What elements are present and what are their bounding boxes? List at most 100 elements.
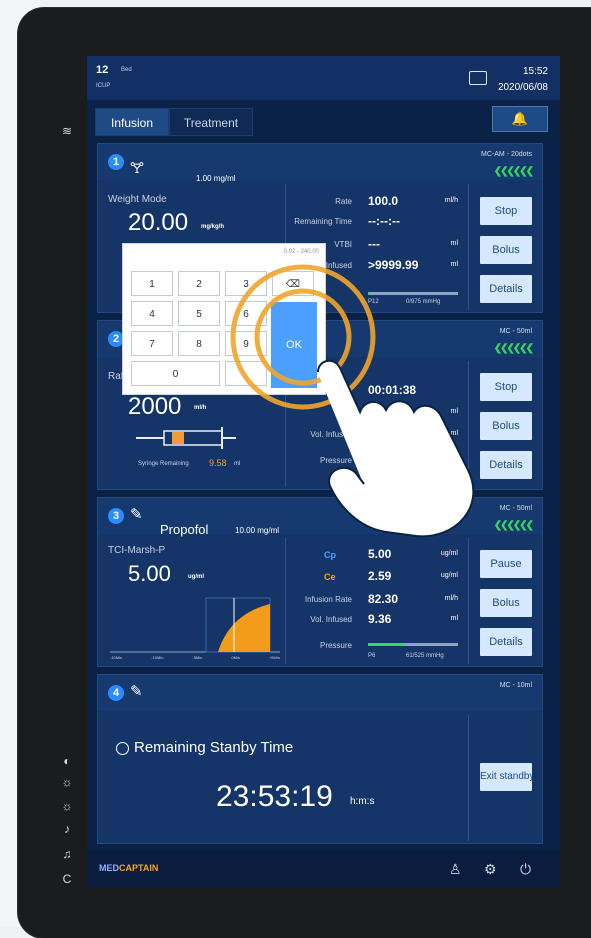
settings-gear-icon[interactable]: ⚙	[484, 861, 497, 878]
vol-infused-unit: ml	[450, 261, 458, 268]
channel-card-3[interactable]: 3 ✎ Propofol 10.00 mg/ml MC - 50ml ❮❮❮❮❮…	[97, 497, 543, 667]
power-icon[interactable]: C	[55, 871, 79, 887]
exit-standby-button[interactable]: Exit standby	[480, 763, 532, 791]
brightness-up-icon[interactable]: ☼	[55, 774, 79, 790]
ok-button[interactable]: OK	[271, 302, 317, 388]
iv-bag-icon: 🝖	[130, 160, 145, 177]
bolus-button[interactable]: Bolus	[480, 236, 532, 264]
channel-number: 3	[108, 508, 124, 524]
standby-title: Remaining Stanby Time	[134, 739, 294, 756]
syringe-unit: ml	[234, 461, 241, 467]
vtbi-value: ---	[368, 237, 380, 251]
bolus-button[interactable]: Bolus	[480, 412, 532, 440]
ce-value: 2.59	[368, 569, 392, 583]
bolus-button[interactable]: Bolus	[480, 589, 532, 617]
details-button[interactable]: Details	[480, 451, 532, 479]
tab-treatment[interactable]: Treatment	[169, 108, 253, 136]
ce-label: Ce	[324, 572, 336, 582]
key-6[interactable]: 6	[225, 301, 267, 326]
divider	[468, 538, 469, 664]
channel-header: 4 ✎ MC - 10ml	[98, 675, 542, 711]
vol-infused-label: Vol. Infused	[310, 430, 352, 439]
vol-infused-value: 89.96	[368, 427, 399, 441]
key-3[interactable]: 3	[225, 271, 267, 296]
dose-unit: mg/kg/h	[201, 224, 225, 230]
numeric-keypad: 0.02 - 240.00 1 2 3 ⌫ 4 5 6 7 8 9 0 . OK	[122, 243, 326, 395]
pressure-reading: 0/975 mmHg	[406, 299, 441, 305]
bottom-bar: MEDCAPTAIN ♙ ⚙ ⏻	[87, 851, 560, 888]
pressure-label: Pressure	[319, 456, 352, 465]
pressure-bar	[368, 457, 458, 460]
details-button[interactable]: Details	[480, 628, 532, 656]
cp-label: Cp	[324, 550, 336, 560]
target-unit: ug/ml	[188, 574, 204, 580]
key-5[interactable]: 5	[178, 301, 220, 326]
key-4[interactable]: 4	[131, 301, 173, 326]
vtbi-unit: ml	[450, 408, 458, 415]
time-axis: -10Min -10Min -5Min 0Min +5Min	[110, 655, 280, 660]
stop-button[interactable]: Stop	[480, 373, 532, 401]
channel-number: 4	[108, 685, 124, 701]
infusion-rate-label: Infusion Rate	[304, 595, 352, 604]
divider	[468, 361, 469, 487]
mode-label: TCI-Marsh-P	[108, 545, 166, 556]
key-1[interactable]: 1	[131, 271, 173, 296]
pressure-reading: 17/375 mmHg	[406, 464, 444, 470]
clock-icon	[116, 742, 129, 755]
user-icon[interactable]: ♙	[449, 861, 462, 878]
pause-button[interactable]: Pause	[480, 550, 532, 578]
vol-infused-value: 9.36	[368, 612, 392, 626]
key-7[interactable]: 7	[131, 331, 173, 356]
flow-indicator: ❮❮❮❮❮❮	[493, 166, 534, 177]
rate-main-unit: ml/h	[194, 405, 207, 411]
tci-curve-chart	[110, 597, 280, 653]
rate-label: Rate	[335, 197, 352, 206]
syringe-pump-icon: ✎	[130, 506, 143, 523]
vol-infused-unit: ml	[450, 615, 458, 622]
silence-icon[interactable]: ◐	[55, 753, 79, 769]
clock-date: 2020/06/08	[497, 82, 548, 93]
channel-card-4[interactable]: 4 ✎ MC - 10ml Remaining Stanby Time 23:5…	[97, 674, 543, 844]
key-8[interactable]: 8	[178, 331, 220, 356]
pressure-code: P12	[368, 299, 379, 305]
rate-value: 100.0	[368, 194, 399, 208]
remaining-time-value: --:--:--	[368, 214, 400, 228]
power-icon[interactable]: ⏻	[520, 861, 531, 878]
pressure-reading: 61/525 mmHg	[406, 653, 444, 659]
alarm-icon[interactable]: ≋	[55, 123, 79, 139]
divider	[468, 184, 469, 310]
flow-indicator: ❮❮❮❮❮❮	[493, 520, 534, 531]
pump-model: MC-AM - 20dots	[481, 151, 532, 158]
pressure-label: Pressure	[319, 641, 352, 650]
monitor-icon[interactable]	[469, 71, 487, 85]
details-button[interactable]: Details	[480, 275, 532, 303]
vtbi-value: 54.63	[368, 405, 399, 419]
key-decimal[interactable]: .	[225, 361, 267, 386]
pressure-bar	[368, 643, 458, 646]
value-range: 0.02 - 240.00	[283, 249, 319, 255]
key-0[interactable]: 0	[131, 361, 220, 386]
pump-model: MC - 50ml	[499, 505, 532, 512]
pump-model: MC - 10ml	[499, 682, 532, 689]
rate-main-value[interactable]: 2000	[128, 393, 181, 421]
syringe-pump-icon: ✎	[130, 683, 143, 700]
volume-low-icon[interactable]: ♪	[55, 821, 79, 837]
flow-indicator: ❮❮❮❮❮❮	[493, 343, 534, 354]
key-2[interactable]: 2	[178, 271, 220, 296]
dose-value[interactable]: 20.00	[128, 209, 188, 237]
brightness-down-icon[interactable]: ☼	[55, 798, 79, 814]
drug-name: Propofol	[160, 522, 209, 537]
pressure-code: P6	[368, 653, 376, 659]
target-value[interactable]: 5.00	[128, 561, 171, 587]
channel-header: 1 🝖 MC-AM - 20dots 1.00 mg/ml ❮❮❮❮❮❮	[98, 144, 542, 183]
standby-countdown: 23:53:19	[216, 780, 333, 813]
backspace-key[interactable]: ⌫	[272, 271, 314, 296]
infusion-rate-value: 82.30	[368, 592, 399, 606]
volume-high-icon[interactable]: ♫	[55, 846, 79, 862]
key-9[interactable]: 9	[225, 331, 267, 356]
cp-unit: ug/ml	[440, 550, 458, 557]
brand-logo: MEDCAPTAIN	[99, 863, 159, 873]
stop-button[interactable]: Stop	[480, 197, 532, 225]
tab-infusion[interactable]: Infusion	[95, 108, 169, 136]
bell-icon[interactable]: 🔔	[492, 106, 548, 132]
